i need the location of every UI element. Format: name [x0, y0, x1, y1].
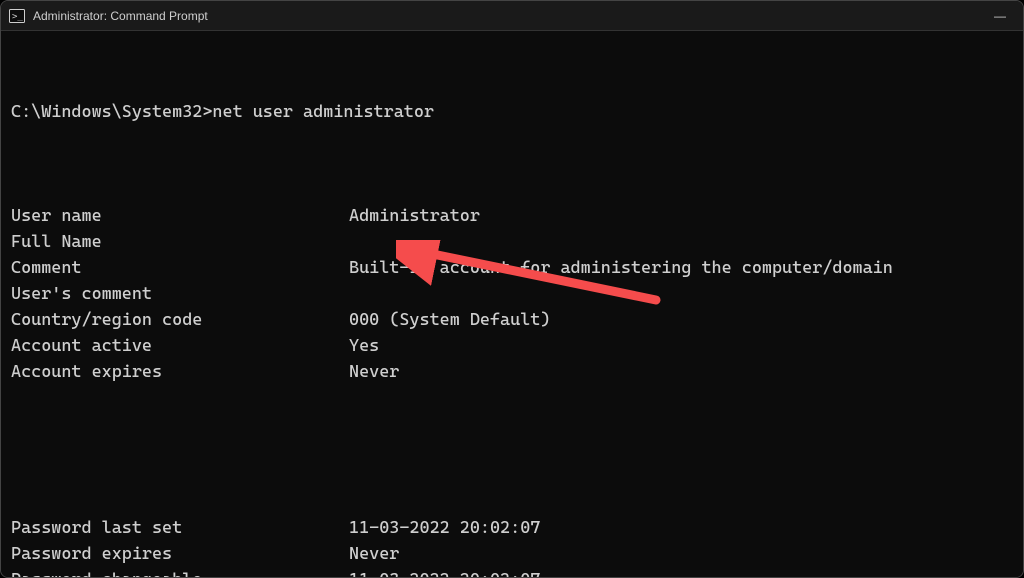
output-row: User nameAdministrator [11, 203, 1023, 229]
output-row: Country/region code000 (System Default) [11, 307, 1023, 333]
field-label: Password changeable [11, 567, 349, 578]
field-value: Never [349, 359, 399, 385]
output-row: Password last set11-03-2022 20:02:07 [11, 515, 1023, 541]
window-title: Administrator: Command Prompt [33, 9, 208, 23]
output-row: Account expiresNever [11, 359, 1023, 385]
output-row: Password expiresNever [11, 541, 1023, 567]
field-label: Password expires [11, 541, 349, 567]
field-label: User name [11, 203, 349, 229]
field-value: 11-03-2022 20:02:07 [349, 515, 540, 541]
output-row: Account activeYes [11, 333, 1023, 359]
cmd-window: >_ Administrator: Command Prompt — C:\Wi… [0, 0, 1024, 578]
svg-text:>_: >_ [12, 12, 23, 22]
output-row: Full Name [11, 229, 1023, 255]
field-value: Yes [349, 333, 379, 359]
prompt-path: C:\Windows\System32> [11, 102, 212, 122]
output-row: User's comment [11, 281, 1023, 307]
cmd-icon: >_ [9, 8, 25, 24]
field-label: Account active [11, 333, 349, 359]
field-label: Country/region code [11, 307, 349, 333]
field-value: 11-03-2022 20:02:07 [349, 567, 540, 578]
field-label: User's comment [11, 281, 349, 307]
field-label: Account expires [11, 359, 349, 385]
output-row: Password changeable11-03-2022 20:02:07 [11, 567, 1023, 578]
titlebar[interactable]: >_ Administrator: Command Prompt — [1, 1, 1023, 31]
field-value: 000 (System Default) [349, 307, 550, 333]
prompt-line: C:\Windows\System32>net user administrat… [11, 99, 1023, 125]
output-row: CommentBuilt-in account for administerin… [11, 255, 1023, 281]
field-value: Built-in account for administering the c… [349, 255, 893, 281]
field-label: Comment [11, 255, 349, 281]
blank-line [11, 437, 1023, 463]
field-label: Password last set [11, 515, 349, 541]
minimize-button[interactable]: — [977, 1, 1023, 31]
field-label: Full Name [11, 229, 349, 255]
terminal-area[interactable]: C:\Windows\System32>net user administrat… [1, 31, 1023, 577]
field-value: Never [349, 541, 399, 567]
prompt-command: net user administrator [212, 102, 434, 122]
field-value: Administrator [349, 203, 480, 229]
